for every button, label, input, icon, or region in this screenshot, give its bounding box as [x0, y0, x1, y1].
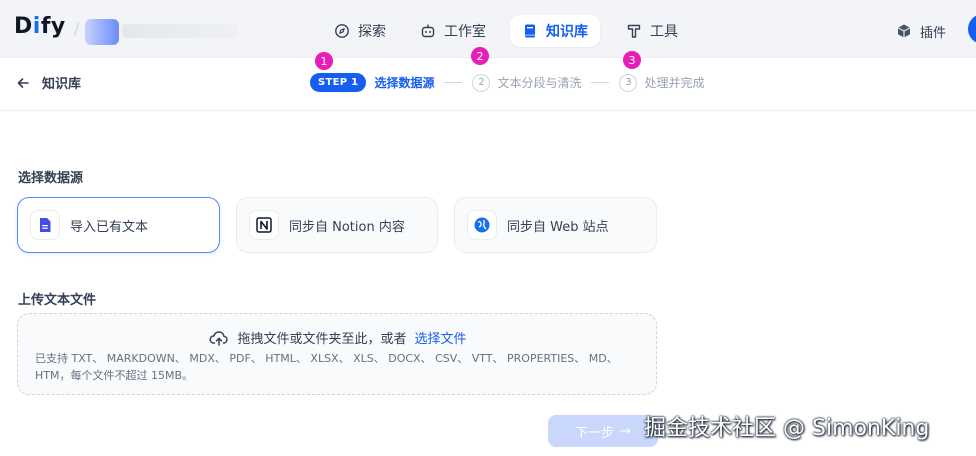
data-source-title: 选择数据源	[18, 171, 84, 186]
drag-text: 拖拽文件或文件夹至此，或者	[237, 332, 407, 347]
next-step-label: 下一步	[575, 425, 615, 441]
robot-icon	[421, 24, 435, 38]
step-2-label: 文本分段与清洗	[497, 76, 582, 90]
step-indicator: STEP 1 选择数据源 2 文本分段与清洗 3 处理并完成	[310, 73, 704, 92]
arrow-left-icon	[17, 77, 29, 88]
hammer-icon	[627, 24, 641, 38]
file-dropzone[interactable]: 拖拽文件或文件夹至此，或者 选择文件 已支持 TXT、 MARKDOWN、 MD…	[17, 313, 657, 395]
plugins-label: 插件	[920, 25, 947, 41]
step-header: 知识库 STEP 1 选择数据源 2 文本分段与清洗 3 处理并完成	[0, 59, 976, 111]
annotation-marker-3: 3	[623, 51, 641, 69]
step-divider	[591, 82, 610, 83]
step-3-label: 处理并完成	[644, 76, 705, 90]
step-1-badge: STEP 1	[310, 73, 367, 92]
workspace-name-redacted[interactable]	[122, 24, 238, 38]
file-text-icon	[30, 210, 60, 240]
dify-logo[interactable]: Dify	[14, 14, 66, 39]
source-option-notion[interactable]: 同步自 Notion 内容	[236, 197, 438, 253]
supported-formats-tip: 已支持 TXT、 MARKDOWN、 MDX、 PDF、 HTML、 XLSX、…	[35, 352, 618, 382]
nav-studio[interactable]: 工作室	[408, 15, 498, 47]
user-avatar[interactable]	[968, 14, 976, 44]
nav-knowledge-label: 知识库	[546, 24, 588, 40]
notion-icon	[249, 210, 279, 240]
top-navigation-bar: Dify / 探索 工作室 知识库 工具 插件	[0, 0, 976, 58]
source-option-label: 导入已有文本	[70, 219, 149, 235]
source-option-existing-text[interactable]: 导入已有文本	[17, 197, 220, 253]
nav-explore[interactable]: 探索	[322, 15, 398, 47]
select-file-link[interactable]: 选择文件	[415, 328, 467, 347]
source-option-web[interactable]: 同步自 Web 站点	[454, 197, 657, 253]
plugins-button[interactable]: 插件	[896, 18, 946, 44]
watermark: 掘金技术社区 @ SimonKing	[644, 416, 930, 441]
nav-knowledge[interactable]: 知识库	[510, 15, 600, 47]
workspace-avatar[interactable]	[85, 19, 119, 45]
nav-tools-label: 工具	[650, 24, 678, 40]
step-divider	[444, 82, 463, 83]
step-1-label: 选择数据源	[374, 76, 435, 90]
step-3-badge: 3	[619, 73, 638, 92]
upload-section-title: 上传文本文件	[18, 293, 97, 308]
cloud-upload-icon	[209, 330, 229, 346]
back-to-knowledge-button[interactable]: 知识库	[16, 73, 81, 92]
annotation-marker-1: 1	[315, 52, 333, 70]
dropzone-prompt: 拖拽文件或文件夹至此，或者 选择文件	[18, 328, 658, 347]
source-option-label: 同步自 Web 站点	[507, 219, 609, 235]
step-2-badge: 2	[472, 73, 491, 92]
back-label: 知识库	[42, 77, 82, 92]
compass-icon	[335, 24, 349, 38]
source-option-label: 同步自 Notion 内容	[289, 219, 405, 235]
nav-studio-label: 工作室	[444, 24, 486, 40]
next-step-button[interactable]: 下一步 →	[548, 415, 658, 447]
annotation-marker-2: 2	[471, 47, 489, 65]
nav-tools[interactable]: 工具	[614, 15, 690, 47]
cube-icon	[897, 24, 911, 38]
arrow-right-icon: →	[620, 423, 631, 439]
nav-explore-label: 探索	[358, 24, 386, 40]
breadcrumb-separator: /	[74, 19, 80, 38]
book-icon	[525, 24, 535, 38]
web-globe-icon	[467, 210, 497, 240]
